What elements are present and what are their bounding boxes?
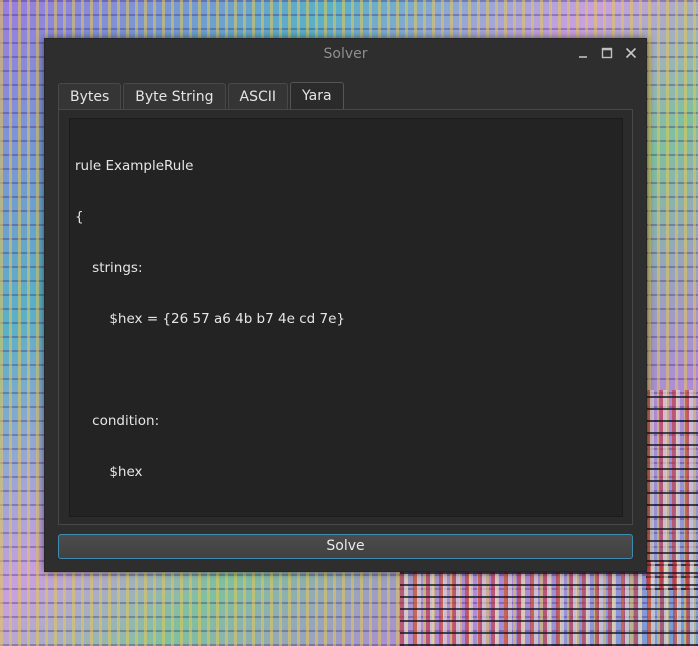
tab-yara[interactable]: Yara [290, 82, 344, 110]
code-line: } [75, 515, 617, 516]
code-line: rule ExampleRule [75, 158, 194, 174]
yara-rule-editor[interactable]: rule ExampleRule { strings: $hex = {26 5… [69, 118, 623, 517]
code-line: $hex = {26 57 a6 4b b7 4e cd 7e} [75, 311, 345, 327]
tab-bar: Bytes Byte String ASCII Yara [58, 82, 346, 110]
code-line: $hex [75, 464, 143, 480]
title-bar[interactable]: Solver [45, 39, 646, 69]
code-line: strings: [75, 260, 143, 276]
code-line: { [75, 209, 84, 225]
tab-byte-string[interactable]: Byte String [123, 83, 226, 109]
tab-ascii[interactable]: ASCII [227, 83, 289, 109]
code-line: condition: [75, 413, 160, 429]
tab-bytes[interactable]: Bytes [58, 83, 122, 109]
close-icon[interactable] [624, 45, 638, 61]
solve-button[interactable]: Solve [58, 534, 633, 559]
solver-window: Solver Bytes Byte String ASCII Yara rule… [44, 38, 647, 572]
wallpaper-pattern [400, 560, 698, 646]
maximize-icon[interactable] [600, 45, 614, 61]
window-controls [576, 45, 638, 61]
window-title: Solver [323, 46, 368, 62]
yara-tab-pane: rule ExampleRule { strings: $hex = {26 5… [58, 109, 633, 525]
minimize-icon[interactable] [576, 45, 590, 61]
